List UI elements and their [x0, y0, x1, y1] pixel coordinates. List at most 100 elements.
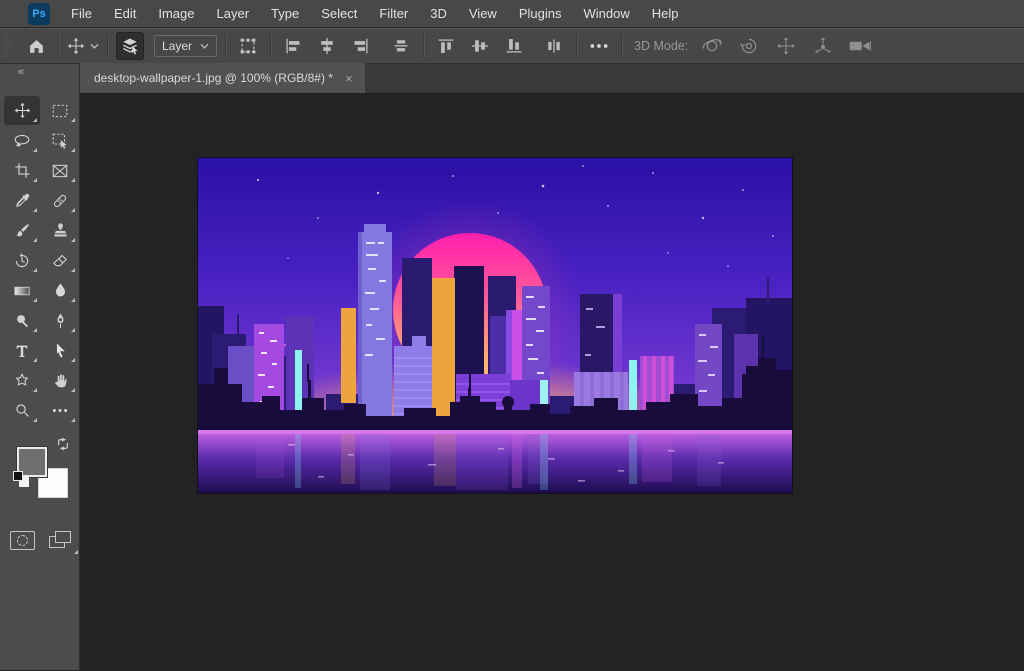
- quick-mask-icon: [17, 535, 28, 546]
- custom-shape-tool[interactable]: [4, 366, 40, 395]
- menu-edit[interactable]: Edit: [103, 0, 147, 27]
- pen-tool[interactable]: [42, 306, 78, 335]
- orbit-3d-icon: [701, 36, 723, 56]
- blur-tool[interactable]: [42, 276, 78, 305]
- menu-select[interactable]: Select: [310, 0, 368, 27]
- align-left-edges-icon: [283, 37, 303, 55]
- align-vertical-centers-button[interactable]: [466, 32, 494, 60]
- separator: [423, 34, 424, 58]
- screen-mode-button[interactable]: [49, 531, 73, 550]
- quick-mask-button[interactable]: [10, 531, 35, 550]
- collapse-panel-button[interactable]: «: [18, 66, 25, 78]
- menu-window[interactable]: Window: [572, 0, 640, 27]
- menu-3d[interactable]: 3D: [419, 0, 458, 27]
- frame-tool[interactable]: [42, 156, 78, 185]
- workspace: «: [0, 64, 1024, 670]
- separator: [576, 34, 577, 58]
- align-horizontal-centers-button[interactable]: [313, 32, 341, 60]
- pan-3d-button[interactable]: [772, 32, 800, 60]
- tool-preset-move-button[interactable]: [67, 32, 99, 60]
- more-options-button[interactable]: [585, 32, 613, 60]
- document-tab[interactable]: desktop-wallpaper-1.jpg @ 100% (RGB/8#) …: [80, 63, 365, 93]
- photoshop-logo: Ps: [28, 3, 50, 25]
- roll-3d-button[interactable]: [735, 32, 763, 60]
- color-swatches: [0, 435, 79, 523]
- distribute-vertical-centers-button[interactable]: [387, 32, 415, 60]
- separator: [270, 34, 271, 58]
- camera-3d-button[interactable]: [846, 32, 874, 60]
- menu-layer[interactable]: Layer: [206, 0, 261, 27]
- type-tool[interactable]: [4, 336, 40, 365]
- edit-toolbar[interactable]: [42, 396, 78, 425]
- clone-stamp-tool[interactable]: [42, 216, 78, 245]
- menu-view[interactable]: View: [458, 0, 508, 27]
- align-top-edges-button[interactable]: [432, 32, 460, 60]
- gradient-tool[interactable]: [4, 276, 40, 305]
- tab-bar-grip: [88, 79, 140, 85]
- tools-panel-header: «: [0, 64, 79, 94]
- options-bar: Layer: [0, 28, 1024, 64]
- menu-plugins[interactable]: Plugins: [508, 0, 573, 27]
- dodge-tool[interactable]: [4, 306, 40, 335]
- auto-select-layers-icon: [120, 36, 140, 56]
- close-tab-icon[interactable]: ×: [345, 72, 353, 85]
- menu-bar: Ps File Edit Image Layer Type Select Fil…: [0, 0, 1024, 28]
- rectangular-marquee-tool[interactable]: [42, 96, 78, 125]
- auto-select-target-dropdown[interactable]: Layer: [154, 35, 217, 57]
- slide-3d-button[interactable]: [809, 32, 837, 60]
- separator: [225, 34, 226, 58]
- align-vertical-centers-icon: [470, 37, 490, 55]
- eyedropper-tool[interactable]: [4, 186, 40, 215]
- lasso-tool[interactable]: [4, 126, 40, 155]
- transform-controls-toggle[interactable]: [234, 32, 262, 60]
- home-button[interactable]: [22, 32, 50, 60]
- transform-controls-icon: [238, 36, 258, 56]
- crop-tool[interactable]: [4, 156, 40, 185]
- move-icon: [67, 37, 85, 55]
- separator: [58, 34, 59, 58]
- chevron-down-icon: [200, 43, 209, 50]
- default-fg-chip: [13, 471, 23, 481]
- screen-mode-icon: [55, 531, 71, 543]
- auto-select-toggle[interactable]: [116, 32, 144, 60]
- hand-tool[interactable]: [42, 366, 78, 395]
- more-options-icon: [589, 43, 609, 49]
- orbit-3d-button[interactable]: [698, 32, 726, 60]
- align-bottom-edges-button[interactable]: [500, 32, 528, 60]
- menu-filter[interactable]: Filter: [368, 0, 419, 27]
- slide-3d-icon: [813, 36, 833, 56]
- camera-3d-icon: [848, 37, 872, 55]
- menu-help[interactable]: Help: [641, 0, 690, 27]
- distribute-horizontal-centers-icon: [544, 37, 564, 55]
- eraser-tool[interactable]: [42, 246, 78, 275]
- distribute-horizontal-centers-button[interactable]: [540, 32, 568, 60]
- roll-3d-icon: [739, 36, 759, 56]
- 3d-mode-buttons: [698, 32, 874, 60]
- move-tool[interactable]: [4, 96, 40, 125]
- home-icon: [27, 37, 46, 56]
- toolbar-mode-buttons: [0, 523, 79, 550]
- align-right-edges-icon: [351, 37, 371, 55]
- align-bottom-edges-icon: [504, 37, 524, 55]
- object-selection-tool[interactable]: [42, 126, 78, 155]
- wallpaper-artwork: [198, 158, 792, 493]
- menu-image[interactable]: Image: [147, 0, 205, 27]
- brush-tool[interactable]: [4, 216, 40, 245]
- canvas-image[interactable]: [198, 158, 792, 493]
- document-area: desktop-wallpaper-1.jpg @ 100% (RGB/8#) …: [80, 64, 1024, 670]
- path-selection-tool[interactable]: [42, 336, 78, 365]
- align-horizontal-centers-icon: [317, 37, 337, 55]
- align-right-edges-button[interactable]: [347, 32, 375, 60]
- options-bar-grip[interactable]: [4, 35, 10, 57]
- menu-file[interactable]: File: [60, 0, 103, 27]
- default-colors-icon[interactable]: [13, 471, 29, 487]
- healing-brush-tool[interactable]: [42, 186, 78, 215]
- chevron-down-icon: [90, 43, 99, 50]
- 3d-mode-label: 3D Mode:: [634, 39, 688, 53]
- zoom-tool[interactable]: [4, 396, 40, 425]
- history-brush-tool[interactable]: [4, 246, 40, 275]
- align-left-edges-button[interactable]: [279, 32, 307, 60]
- align-top-edges-icon: [436, 37, 456, 55]
- swap-colors-icon[interactable]: [56, 437, 70, 456]
- menu-type[interactable]: Type: [260, 0, 310, 27]
